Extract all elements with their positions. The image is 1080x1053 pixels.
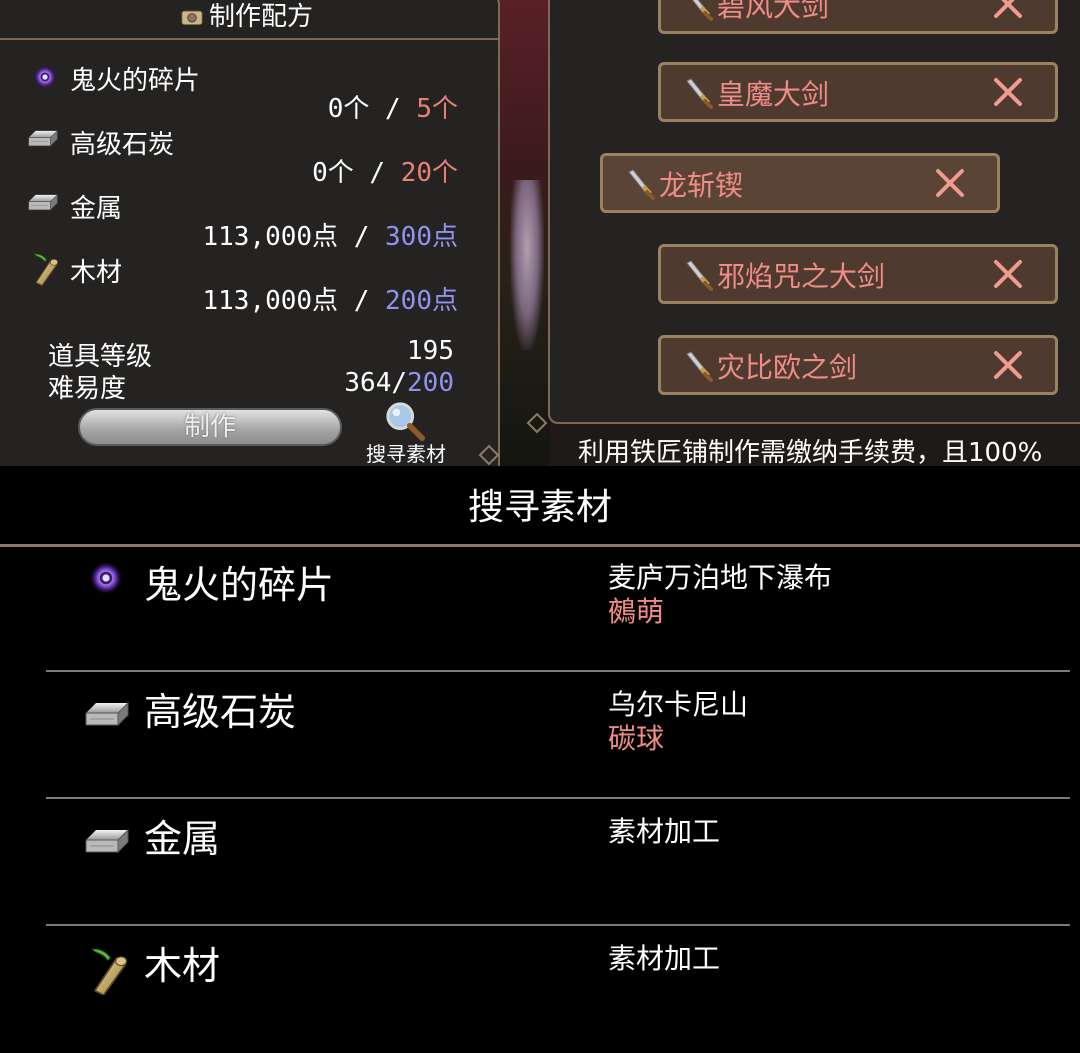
- weapon-name: 皇魔大剑: [717, 78, 830, 111]
- material-name: 高级石炭: [70, 130, 175, 160]
- coal-ingot-icon: [26, 124, 60, 154]
- magnifier-icon: [384, 400, 426, 442]
- source-row[interactable]: 金属 素材加工: [46, 800, 1070, 926]
- metal-ingot-icon: [26, 188, 60, 218]
- difficulty-current: 364/: [344, 368, 408, 398]
- close-icon[interactable]: [991, 75, 1025, 109]
- source-monster: 碳球: [608, 722, 665, 755]
- search-materials-header: 搜寻素材: [0, 468, 1080, 547]
- material-have: 113,000点: [202, 286, 339, 316]
- recipe-title-bar: 制作配方: [0, 0, 498, 40]
- material-need: 5个: [416, 94, 458, 124]
- search-materials-title: 搜寻素材: [467, 487, 612, 528]
- difficulty-label: 难易度: [48, 374, 127, 404]
- weapon-item[interactable]: 碧风大剑: [658, 0, 1058, 34]
- weapon-item[interactable]: 邪焰咒之大剑: [658, 244, 1058, 304]
- material-name: 鬼火的碎片: [70, 66, 201, 96]
- weapon-name: 龙斩锲: [659, 169, 744, 202]
- row-divider: [46, 797, 1070, 799]
- material-row: 金属 113,000点 / 300点: [0, 186, 502, 253]
- material-count: 113,000点 / 300点: [202, 216, 458, 253]
- close-icon[interactable]: [933, 166, 967, 200]
- material-count: 113,000点 / 200点: [202, 280, 458, 317]
- material-have: 113,000点: [202, 222, 339, 252]
- wisp-orb-icon: [32, 64, 58, 90]
- corner-ornament-icon: [478, 444, 500, 466]
- material-name: 金属: [70, 194, 123, 224]
- sword-icon: [683, 0, 713, 21]
- material-sep: /: [338, 286, 386, 316]
- source-location: 素材加工: [608, 942, 721, 975]
- weapon-name: 碧风大剑: [717, 0, 830, 23]
- sword-icon: [683, 77, 713, 109]
- material-count: 0个 / 5个: [328, 88, 458, 125]
- weapon-name: 灾比欧之剑: [717, 351, 858, 384]
- source-row[interactable]: 高级石炭 乌尔卡尼山 碳球: [46, 673, 1070, 799]
- material-sep: /: [353, 158, 401, 188]
- recipe-book-icon: [179, 6, 205, 28]
- material-row: 高级石炭 0个 / 20个: [0, 122, 502, 189]
- material-count: 0个 / 20个: [312, 152, 458, 189]
- weapon-name: 邪焰咒之大剑: [717, 260, 886, 293]
- source-material-name: 鬼火的碎片: [144, 563, 335, 607]
- weapon-item[interactable]: 皇魔大剑: [658, 62, 1058, 122]
- material-need: 20个: [400, 158, 458, 188]
- material-name: 木材: [70, 258, 123, 288]
- character-figure: [510, 180, 544, 350]
- fee-notice: 利用铁匠铺制作需缴纳手续费，且100%: [578, 438, 1043, 466]
- row-divider: [46, 670, 1070, 672]
- sword-icon: [683, 350, 713, 382]
- material-sep: /: [338, 222, 386, 252]
- source-material-name: 金属: [144, 817, 221, 861]
- material-row: 木材 113,000点 / 200点: [0, 250, 502, 317]
- material-have: 0个: [312, 158, 354, 188]
- recipe-panel: 制作配方 鬼火的碎片 0个 / 5个 高级石炭 0个 / 20个 金属 113,…: [0, 0, 500, 466]
- sword-icon: [683, 259, 713, 291]
- wood-log-icon: [86, 947, 130, 995]
- close-icon[interactable]: [991, 0, 1025, 21]
- metal-ingot-icon: [82, 820, 132, 864]
- search-materials-label: 搜寻素材: [366, 442, 446, 466]
- corner-ornament-icon: [526, 412, 548, 434]
- wood-log-icon: [30, 252, 60, 286]
- source-location: 素材加工: [608, 815, 721, 848]
- source-material-name: 木材: [144, 944, 221, 988]
- close-icon[interactable]: [991, 348, 1025, 382]
- row-divider: [46, 924, 1070, 926]
- source-material-name: 高级石炭: [144, 690, 297, 734]
- material-row: 鬼火的碎片 0个 / 5个: [0, 58, 502, 125]
- difficulty-max: 200: [407, 368, 454, 398]
- search-materials-button[interactable]: 搜寻素材: [356, 398, 456, 466]
- material-need: 200点: [385, 286, 458, 316]
- craft-button[interactable]: 制作: [78, 408, 342, 446]
- coal-ingot-icon: [82, 693, 132, 737]
- source-row[interactable]: 鬼火的碎片 麦庐万泊地下瀑布 鵺萌: [46, 546, 1070, 672]
- weapon-list-panel: 碧风大剑 皇魔大剑 龙斩锲 邪焰咒之大剑 灾比欧之剑: [548, 0, 1080, 424]
- recipe-title: 制作配方: [208, 2, 313, 32]
- material-have: 0个: [327, 94, 370, 124]
- weapon-item[interactable]: 灾比欧之剑: [658, 335, 1058, 395]
- source-monster: 鵺萌: [608, 595, 665, 628]
- material-need: 300点: [385, 222, 458, 252]
- crafting-screen: 制作配方 鬼火的碎片 0个 / 5个 高级石炭 0个 / 20个 金属 113,…: [0, 0, 1080, 466]
- weapon-item-selected[interactable]: 龙斩锲: [600, 153, 1000, 213]
- game-scene-background: [500, 0, 550, 466]
- wisp-orb-icon: [88, 560, 124, 596]
- difficulty-value: 364/200: [344, 368, 454, 398]
- item-level-value: 195: [407, 336, 454, 366]
- material-sep: /: [369, 94, 417, 124]
- source-row[interactable]: 木材 素材加工: [46, 927, 1070, 1053]
- close-icon[interactable]: [991, 257, 1025, 291]
- sword-icon: [625, 168, 655, 200]
